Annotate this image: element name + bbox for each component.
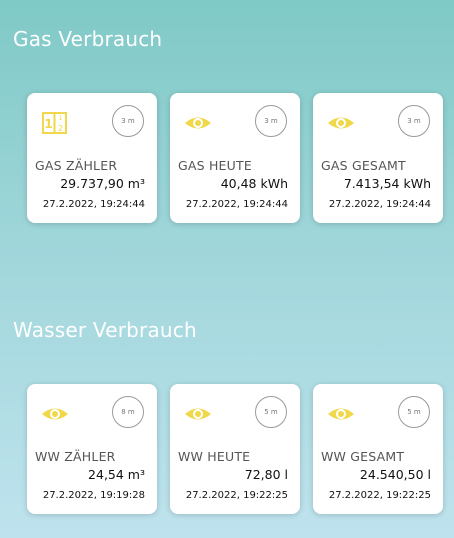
- svg-text:1: 1: [44, 117, 52, 131]
- card-gas-gesamt[interactable]: 3 m GAS GESAMT 7.413,54 kWh 27.2.2022, 1…: [313, 93, 443, 223]
- eye-icon: [183, 403, 213, 425]
- card-label: GAS GESAMT: [321, 158, 406, 173]
- section-title-gas: Gas Verbrauch: [13, 27, 163, 51]
- card-gas-zaehler[interactable]: 1 1 2 3 m GAS ZÄHLER 29.737,90 m³ 27.2.2…: [27, 93, 157, 223]
- card-timestamp: 27.2.2022, 19:24:44: [42, 199, 145, 210]
- card-timestamp: 27.2.2022, 19:22:25: [328, 490, 431, 501]
- card-value: 72,80 l: [244, 467, 288, 482]
- age-badge: 8 m: [112, 396, 144, 428]
- card-value: 40,48 kWh: [220, 176, 288, 191]
- eye-icon: [326, 112, 356, 134]
- card-ww-gesamt[interactable]: 5 m WW GESAMT 24.540,50 l 27.2.2022, 19:…: [313, 384, 443, 514]
- card-label: GAS ZÄHLER: [35, 158, 118, 173]
- card-gas-heute[interactable]: 3 m GAS HEUTE 40,48 kWh 27.2.2022, 19:24…: [170, 93, 300, 223]
- card-ww-heute[interactable]: 5 m WW HEUTE 72,80 l 27.2.2022, 19:22:25: [170, 384, 300, 514]
- age-badge: 3 m: [255, 105, 287, 137]
- meter-counter-icon: 1 1 2: [40, 112, 70, 134]
- eye-icon: [40, 403, 70, 425]
- age-badge: 5 m: [255, 396, 287, 428]
- section-title-wasser: Wasser Verbrauch: [13, 318, 197, 342]
- card-label: WW GESAMT: [321, 449, 405, 464]
- age-badge: 3 m: [398, 105, 430, 137]
- card-timestamp: 27.2.2022, 19:24:44: [185, 199, 288, 210]
- card-ww-zaehler[interactable]: 8 m WW ZÄHLER 24,54 m³ 27.2.2022, 19:19:…: [27, 384, 157, 514]
- card-timestamp: 27.2.2022, 19:24:44: [328, 199, 431, 210]
- card-timestamp: 27.2.2022, 19:22:25: [185, 490, 288, 501]
- age-badge: 5 m: [398, 396, 430, 428]
- card-value: 24.540,50 l: [359, 467, 431, 482]
- card-value: 7.413,54 kWh: [343, 176, 431, 191]
- svg-text:2: 2: [58, 124, 63, 133]
- card-timestamp: 27.2.2022, 19:19:28: [42, 490, 145, 501]
- eye-icon: [183, 112, 213, 134]
- card-value: 29.737,90 m³: [60, 176, 145, 191]
- card-label: WW HEUTE: [178, 449, 251, 464]
- card-label: WW ZÄHLER: [35, 449, 116, 464]
- eye-icon: [326, 403, 356, 425]
- card-label: GAS HEUTE: [178, 158, 252, 173]
- card-value: 24,54 m³: [88, 467, 145, 482]
- age-badge: 3 m: [112, 105, 144, 137]
- svg-text:1: 1: [59, 115, 63, 122]
